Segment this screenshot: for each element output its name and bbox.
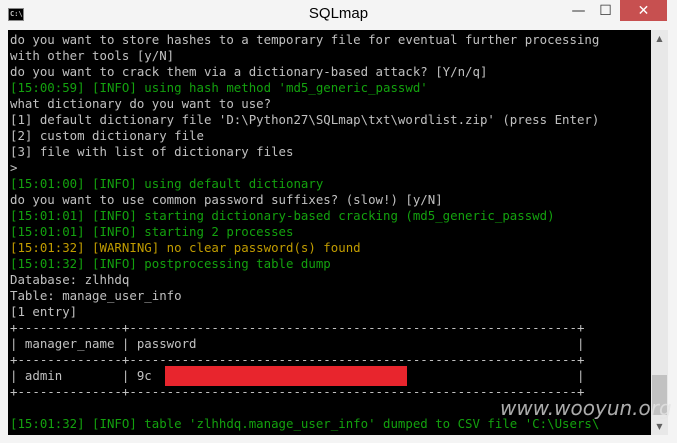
console-line: [2] custom dictionary file — [10, 128, 204, 143]
console-line-warning: [15:01:32] [WARNING] no clear password(s… — [10, 240, 361, 255]
window-frame-bottom — [0, 435, 677, 443]
console-line: what dictionary do you want to use? — [10, 96, 272, 111]
console-line-table: Table: manage_user_info — [10, 288, 182, 303]
console-line-info: [15:01:01] [INFO] starting dictionary-ba… — [10, 208, 555, 223]
window-frame-right — [668, 30, 677, 443]
title-bar[interactable]: C:\ SQLmap — ☐ ✕ — [0, 0, 677, 31]
close-button[interactable]: ✕ — [620, 0, 667, 21]
table-header-row: | manager_name | password | — [10, 336, 585, 351]
vertical-scrollbar[interactable]: ▲ ▼ — [651, 30, 668, 435]
table-border: +--------------+------------------------… — [10, 320, 585, 335]
scroll-up-arrow-icon[interactable]: ▲ — [651, 30, 668, 47]
console-line: do you want to store hashes to a tempora… — [10, 32, 600, 47]
console-line: do you want to crack them via a dictiona… — [10, 64, 488, 79]
console-line-entries: [1 entry] — [10, 304, 78, 319]
scroll-down-arrow-icon[interactable]: ▼ — [651, 418, 668, 435]
console-line-info: [15:00:59] [INFO] using hash method 'md5… — [10, 80, 428, 95]
console-line-info: [15:01:32] [INFO] postprocessing table d… — [10, 256, 331, 271]
table-border: +--------------+------------------------… — [10, 384, 585, 399]
console-prompt: > — [10, 160, 18, 175]
console-line-info: [15:01:00] [INFO] using default dictiona… — [10, 176, 324, 191]
watermark: www.wooyun.org — [500, 396, 672, 420]
password-redaction-bar — [165, 366, 407, 386]
console-line: with other tools [y/N] — [10, 48, 175, 63]
console-output[interactable]: do you want to store hashes to a tempora… — [8, 30, 651, 435]
window-frame-left — [0, 30, 8, 435]
console-line-info: [15:01:01] [INFO] starting 2 processes — [10, 224, 294, 239]
console-line: [1] default dictionary file 'D:\Python27… — [10, 112, 600, 127]
console-line: do you want to use common password suffi… — [10, 192, 443, 207]
minimize-button[interactable]: — — [565, 0, 592, 22]
console-line: [3] file with list of dictionary files — [10, 144, 294, 159]
console-line-database: Database: zlhhdq — [10, 272, 130, 287]
maximize-button[interactable]: ☐ — [592, 0, 619, 22]
